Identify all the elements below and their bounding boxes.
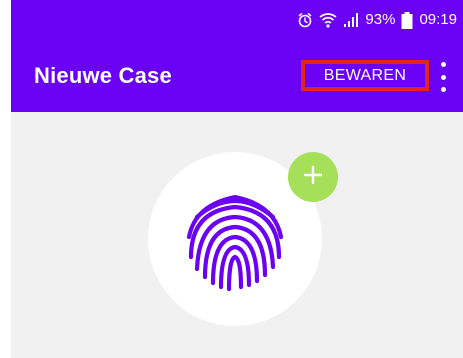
more-vertical-icon[interactable] xyxy=(435,62,451,92)
battery-icon xyxy=(401,11,413,29)
phone-screen: 93% 09:19 Nieuwe Case BEWAREN xyxy=(11,0,463,358)
signal-icon xyxy=(343,12,359,28)
page-title: Nieuwe Case xyxy=(34,63,172,88)
app-bar: Nieuwe Case BEWAREN xyxy=(11,40,463,112)
battery-percent: 93% xyxy=(365,11,396,28)
status-bar: 93% 09:19 xyxy=(11,0,463,40)
wifi-icon xyxy=(319,12,337,28)
plus-icon xyxy=(303,165,323,190)
add-button[interactable] xyxy=(288,152,338,202)
save-button[interactable]: BEWAREN xyxy=(301,60,429,91)
case-content xyxy=(11,112,463,358)
status-time: 09:19 xyxy=(419,11,457,28)
status-indicators: 93% 09:19 xyxy=(297,11,457,29)
alarm-icon xyxy=(297,12,313,28)
fingerprint-icon xyxy=(175,177,295,302)
